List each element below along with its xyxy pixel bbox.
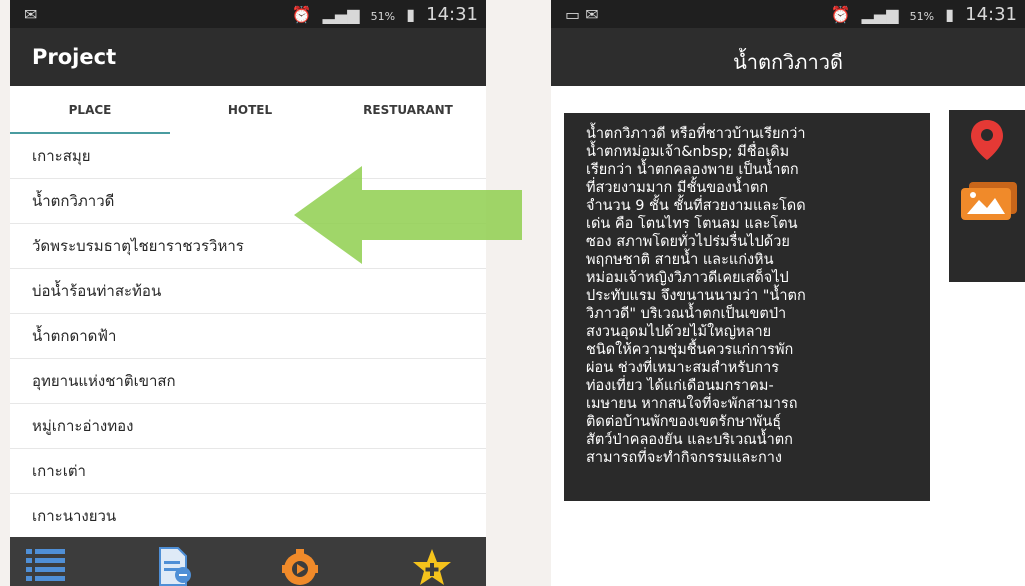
- battery-level: 51%: [370, 10, 396, 23]
- description-line: น้ำตกวิภาวดี หรือที่ชาวบ้านเรียกว่า: [586, 126, 806, 142]
- alarm-icon: ⏰: [291, 5, 312, 24]
- signal-icon: ▂▄▆: [322, 5, 360, 24]
- category-tabs: PLACE HOTEL RESTUARANT: [10, 86, 486, 134]
- description-line: ที่สวยงามมาก มีชั้นของน้ำตก: [586, 180, 769, 196]
- side-action-panel: [949, 110, 1025, 282]
- star-add-icon[interactable]: [410, 545, 454, 586]
- app-bar: น้ำตกวิภาวดี: [551, 28, 1025, 86]
- description-line: สงวนอุดมไปด้วยไม้ใหญ่หลาย: [586, 324, 772, 340]
- gallery-icon[interactable]: [959, 180, 1021, 226]
- detail-title: น้ำตกวิภาวดี: [733, 50, 843, 74]
- map-pin-icon[interactable]: [969, 118, 1005, 166]
- alarm-icon: ⏰: [830, 5, 851, 24]
- list-item[interactable]: บ่อน้ำร้อนท่าสะท้อน: [10, 269, 486, 314]
- signal-icon: ▂▄▆: [861, 5, 899, 24]
- battery-icon: ▮: [945, 5, 955, 24]
- description-line: ซอง สภาพโดยทั่วไปร่มรื่นไปด้วย: [586, 234, 790, 250]
- place-description: น้ำตกวิภาวดี หรือที่ชาวบ้านเรียกว่า น้ำต…: [564, 113, 930, 501]
- list-item[interactable]: อุทยานแห่งชาติเขาสก: [10, 359, 486, 404]
- description-line: ติดต่อบ้านพักของเขตรักษาพันธุ์: [586, 414, 782, 430]
- list-item[interactable]: น้ำตกดาดฟ้า: [10, 314, 486, 359]
- status-bar: ▭ ✉ ⏰ ▂▄▆ 51% ▮ 14:31: [551, 0, 1025, 28]
- description-line: ประทับแรม จึงขนานนามว่า "น้ำตก: [586, 288, 806, 304]
- description-line: สามารถที่จะทำกิจกรรมและกาง: [586, 450, 783, 466]
- description-line: สัตว์ป่าคลองยัน และบริเวณน้ำตก: [586, 432, 793, 448]
- description-line: วิภาวดี" บริเวณน้ำตกเป็นเขตป่า: [586, 306, 787, 322]
- description-line: พฤกษชาติ สายน้ำ และแก่งหิน: [586, 252, 774, 268]
- description-line: ท่องเที่ยว ได้แก่เดือนมกราคม-: [586, 378, 774, 394]
- green-arrow-icon: [294, 166, 522, 264]
- screen-icon: ▭ ✉: [565, 5, 599, 24]
- tab-restaurant[interactable]: RESTUARANT: [330, 86, 486, 134]
- tab-hotel[interactable]: HOTEL: [170, 86, 330, 134]
- settings-play-icon[interactable]: [278, 545, 322, 586]
- left-phone-screen: ✉ ⏰ ▂▄▆ 51% ▮ 14:31 Project PLACE HOTEL …: [10, 0, 486, 586]
- list-item[interactable]: เกาะนางยวน: [10, 494, 486, 539]
- status-time: 14:31: [965, 4, 1017, 25]
- description-line: ชนิดให้ความชุ่มชื้นควรแก่การพัก: [586, 342, 794, 358]
- bottom-nav-bar: [10, 537, 486, 586]
- tab-place[interactable]: PLACE: [10, 86, 170, 134]
- right-phone-screen: ▭ ✉ ⏰ ▂▄▆ 51% ▮ 14:31 น้ำตกวิภาวดี น้ำตก…: [551, 0, 1025, 586]
- status-time: 14:31: [426, 4, 478, 25]
- list-icon[interactable]: [24, 545, 68, 586]
- app-title: Project: [32, 45, 117, 69]
- list-item[interactable]: หมู่เกาะอ่างทอง: [10, 404, 486, 449]
- description-line: จำนวน 9 ชั้น ชั้นที่สวยงามและโดด: [586, 198, 806, 214]
- list-item[interactable]: เกาะเต่า: [10, 449, 486, 494]
- app-bar: Project: [10, 28, 486, 86]
- status-bar: ✉ ⏰ ▂▄▆ 51% ▮ 14:31: [10, 0, 486, 28]
- mail-icon: ✉: [24, 5, 38, 24]
- description-line: เด่น คือ โตนไทร โตนลม และโตน: [586, 216, 798, 232]
- document-icon[interactable]: [152, 545, 196, 586]
- description-line: เมษายน หากสนใจที่จะพักสามารถ: [586, 396, 798, 412]
- description-line: หม่อมเจ้าหญิงวิภาวดีเคยเสด็จไป: [586, 270, 789, 286]
- description-line: น้ำตกหม่อมเจ้า&nbsp; มีชื่อเดิม: [586, 144, 790, 160]
- description-line: ผ่อน ช่วงที่เหมาะสมสำหรับการ: [586, 360, 780, 376]
- description-line: เรียกว่า น้ำตกคลองพาย เป็นน้ำตก: [586, 162, 799, 178]
- battery-level: 51%: [909, 10, 935, 23]
- battery-icon: ▮: [406, 5, 416, 24]
